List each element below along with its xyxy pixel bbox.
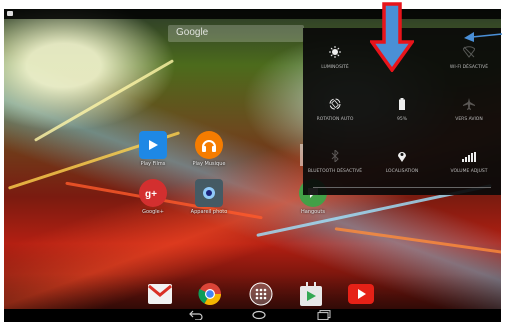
brightness-icon [329, 46, 341, 58]
back-icon[interactable] [189, 310, 203, 322]
tile-label: 95% [396, 117, 407, 122]
recents-icon[interactable] [317, 310, 331, 322]
app-drawer-icon[interactable] [248, 281, 274, 307]
home-icon[interactable] [251, 310, 267, 322]
tile-label: VERS AVION [455, 117, 483, 122]
app-label: Appareil photo [190, 209, 228, 215]
chrome-icon[interactable] [197, 281, 223, 307]
tile-location[interactable]: LOCALISATION [372, 140, 432, 188]
youtube-icon[interactable] [348, 281, 374, 307]
tile-auto-rotate[interactable]: ROTATION AUTO [305, 88, 365, 136]
app-label: Play Musique [192, 161, 226, 167]
screenshot-frame: Google Play Films Play Musique g+ Google… [0, 0, 506, 327]
headphones-icon [195, 131, 223, 159]
app-play-musique[interactable]: Play Musique [183, 131, 235, 167]
app-camera[interactable]: Appareil photo [183, 179, 235, 215]
tile-label: ROTATION AUTO [316, 117, 354, 122]
wallpaper-streak [33, 59, 175, 142]
notification-icon [7, 11, 13, 16]
google-search-bar[interactable]: Google [168, 25, 304, 42]
search-label: Google [176, 27, 209, 38]
tile-label: LUMINOSITÉ [321, 65, 349, 70]
location-icon [398, 152, 406, 162]
google-plus-icon: g+ [139, 179, 167, 207]
tile-label: WI-FI DÉSACTIVÉ [449, 65, 489, 70]
app-label: Hangouts [301, 209, 325, 215]
app-play-films[interactable]: Play Films [127, 131, 179, 167]
app-google-plus[interactable]: g+ Google+ [127, 179, 179, 215]
auto-rotate-icon [329, 98, 341, 110]
tile-label: BLUETOOTH DÉSACTIVÉ [307, 169, 363, 174]
gmail-icon[interactable] [147, 281, 173, 307]
annotation-blue-arrow [464, 32, 503, 42]
tile-bluetooth[interactable]: BLUETOOTH DÉSACTIVÉ [305, 140, 365, 188]
wifi-off-icon [463, 46, 475, 58]
camera-icon [195, 179, 223, 207]
battery-icon [399, 98, 405, 110]
tablet-screen: Google Play Films Play Musique g+ Google… [4, 9, 501, 322]
tile-label: VOLUME ADJUST [450, 169, 488, 174]
airplane-icon [463, 98, 475, 110]
tile-battery[interactable]: 95% [372, 88, 432, 136]
volume-icon [462, 152, 476, 162]
status-bar [4, 9, 501, 19]
svg-text:g+: g+ [145, 189, 157, 199]
app-label: Google+ [142, 209, 164, 215]
annotation-red-arrow [370, 2, 414, 72]
panel-divider [313, 187, 491, 188]
app-label: Play Films [140, 161, 166, 167]
play-store-icon[interactable] [298, 281, 324, 307]
tile-brightness[interactable]: LUMINOSITÉ [305, 36, 365, 84]
play-films-icon [139, 131, 167, 159]
tile-airplane[interactable]: VERS AVION [439, 88, 499, 136]
bluetooth-icon [331, 150, 339, 162]
tile-volume[interactable]: VOLUME ADJUST [439, 140, 499, 188]
tile-label: LOCALISATION [385, 169, 419, 174]
wallpaper-streak [334, 227, 501, 254]
